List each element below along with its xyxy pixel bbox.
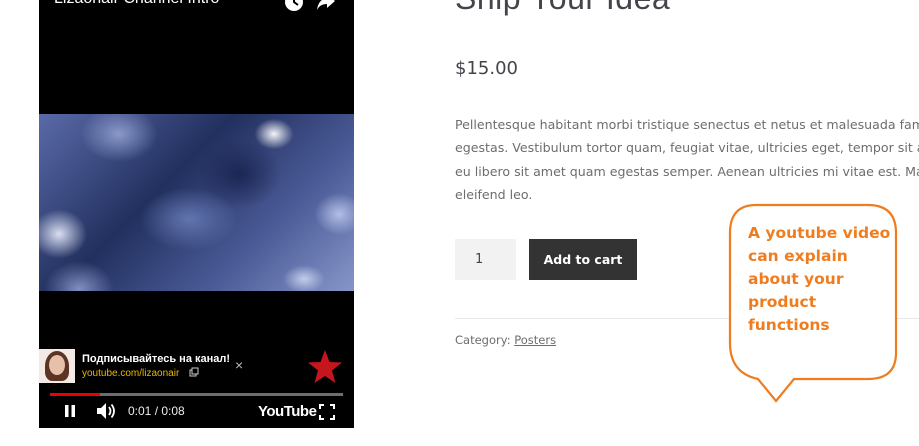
channel-link[interactable]: youtube.com/lizaonair [82, 368, 179, 379]
add-to-cart-button[interactable]: Add to cart [529, 239, 637, 280]
clock-icon[interactable] [284, 0, 304, 12]
video-frame[interactable] [39, 114, 354, 291]
product-description: Pellentesque habitant morbi tristique se… [455, 113, 919, 206]
description-line: egestas. Vestibulum tortor quam, feugiat… [455, 140, 919, 156]
category-link[interactable]: Posters [514, 333, 556, 347]
product-price: $15.00 [455, 58, 518, 79]
product-title: Ship Your Idea [455, 0, 670, 17]
close-icon[interactable]: × [235, 358, 243, 372]
category-label: Category: [455, 333, 511, 347]
fullscreen-icon[interactable] [319, 404, 335, 420]
video-title[interactable]: Lizaonair Channel Intro [54, 0, 219, 8]
video-player[interactable]: Lizaonair Channel Intro Подписывайтесь н… [39, 0, 354, 428]
callout-text: A youtube video can explain about your p… [748, 224, 891, 334]
youtube-logo[interactable]: YouTube [258, 403, 317, 420]
external-link-icon[interactable] [189, 367, 199, 377]
share-icon[interactable] [316, 0, 336, 12]
description-line: Pellentesque habitant morbi tristique se… [455, 117, 919, 132]
pause-icon[interactable] [62, 403, 78, 419]
time-display: 0:01 / 0:08 [128, 404, 185, 418]
star-icon[interactable] [307, 349, 343, 385]
channel-branding[interactable]: Подписывайтесь на канал! youtube.com/liz… [39, 349, 354, 385]
channel-subscribe-text[interactable]: Подписывайтесь на канал! [82, 353, 230, 365]
progress-fill [50, 393, 100, 396]
avatar[interactable] [39, 349, 75, 383]
volume-icon[interactable] [95, 402, 117, 420]
product-category: Category: Posters [455, 333, 556, 347]
quantity-input[interactable] [455, 239, 516, 280]
progress-bar[interactable] [50, 393, 343, 396]
description-line: eu libero sit amet quam egestas semper. … [455, 163, 919, 179]
